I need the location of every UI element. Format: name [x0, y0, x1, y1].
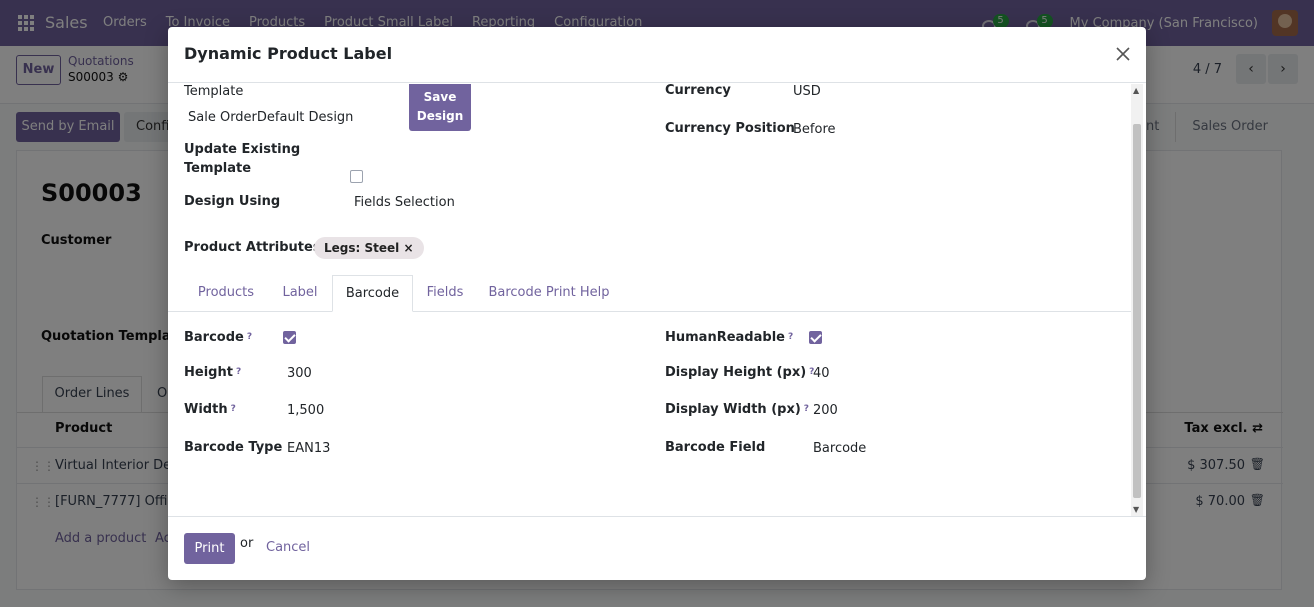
barcode-field-label: Barcode Field	[665, 440, 766, 455]
height-field[interactable]: 300	[287, 366, 312, 381]
currency-position-field[interactable]: Before	[793, 122, 836, 137]
product-attributes-label: Product Attributes	[184, 240, 321, 255]
cancel-link[interactable]: Cancel	[266, 540, 310, 555]
currency-field[interactable]: USD	[793, 84, 821, 99]
attribute-tag-label: Legs: Steel	[324, 241, 400, 255]
or-text: or	[240, 536, 254, 551]
display-width-field[interactable]: 200	[813, 403, 838, 418]
dialog-body: Template Sale OrderDefault Design Save D…	[168, 84, 1146, 516]
barcode-field-field[interactable]: Barcode	[813, 441, 866, 456]
human-readable-checkbox[interactable]	[809, 331, 822, 344]
human-readable-label: HumanReadable?	[665, 328, 793, 347]
save-design-label-1: Save	[423, 90, 457, 104]
design-using-field[interactable]: Fields Selection	[354, 195, 455, 210]
help-icon[interactable]: ?	[231, 404, 236, 414]
design-using-label: Design Using	[184, 194, 281, 209]
close-icon[interactable]	[1114, 45, 1132, 63]
display-width-label: Display Width (px)?	[665, 400, 809, 419]
remove-tag-icon[interactable]: ×	[403, 241, 413, 255]
tab-label[interactable]: Label	[268, 275, 332, 312]
save-design-label-2: Design	[416, 109, 464, 123]
display-height-label-text: Display Height (px)	[665, 365, 807, 380]
scroll-up-icon[interactable]: ▲	[1133, 86, 1139, 95]
tab-barcode-print-help[interactable]: Barcode Print Help	[477, 275, 621, 312]
help-icon[interactable]: ?	[804, 404, 809, 414]
update-existing-template-label: Update Existing Template	[184, 140, 300, 178]
template-field[interactable]: Sale OrderDefault Design	[188, 110, 353, 125]
help-icon[interactable]: ?	[236, 367, 241, 377]
help-icon[interactable]: ?	[247, 332, 252, 342]
barcode-label: Barcode?	[184, 328, 252, 347]
print-button[interactable]: Print	[184, 533, 235, 564]
height-label-text: Height	[184, 365, 233, 380]
dialog-tabs: Products Label Barcode Fields Barcode Pr…	[168, 275, 1134, 312]
width-label: Width?	[184, 400, 236, 419]
update-existing-template-checkbox[interactable]	[350, 170, 363, 183]
dialog-scrollbar[interactable]: ▲ ▼	[1131, 84, 1143, 516]
help-icon[interactable]: ?	[788, 332, 793, 342]
display-height-label: Display Height (px)?	[665, 363, 814, 382]
currency-label: Currency	[665, 84, 731, 98]
barcode-checkbox[interactable]	[283, 331, 296, 344]
barcode-type-label: Barcode Type	[184, 440, 283, 455]
tab-barcode[interactable]: Barcode	[332, 275, 413, 312]
currency-position-label: Currency Position	[665, 121, 795, 136]
height-label: Height?	[184, 363, 241, 382]
update-existing-label-2: Template	[184, 161, 252, 176]
barcode-label-text: Barcode	[184, 330, 244, 345]
dialog-title: Dynamic Product Label	[184, 44, 393, 63]
tab-fields[interactable]: Fields	[413, 275, 477, 312]
width-label-text: Width	[184, 402, 228, 417]
template-label: Template	[184, 84, 244, 99]
human-readable-label-text: HumanReadable	[665, 330, 785, 345]
display-width-label-text: Display Width (px)	[665, 402, 801, 417]
display-height-field[interactable]: 40	[813, 366, 830, 381]
scroll-down-icon[interactable]: ▼	[1133, 505, 1139, 514]
scrollbar-thumb[interactable]	[1133, 124, 1141, 498]
dynamic-product-label-dialog: Dynamic Product Label Template Sale Orde…	[168, 27, 1146, 580]
update-existing-label-1: Update Existing	[184, 142, 301, 157]
dialog-header: Dynamic Product Label	[168, 27, 1146, 83]
save-design-button[interactable]: Save Design	[409, 84, 471, 131]
barcode-type-field[interactable]: EAN13	[287, 441, 330, 456]
width-field[interactable]: 1,500	[287, 403, 324, 418]
dialog-footer: Print or Cancel	[168, 516, 1146, 580]
tab-products[interactable]: Products	[184, 275, 268, 312]
attribute-tag: Legs: Steel ×	[314, 237, 424, 259]
